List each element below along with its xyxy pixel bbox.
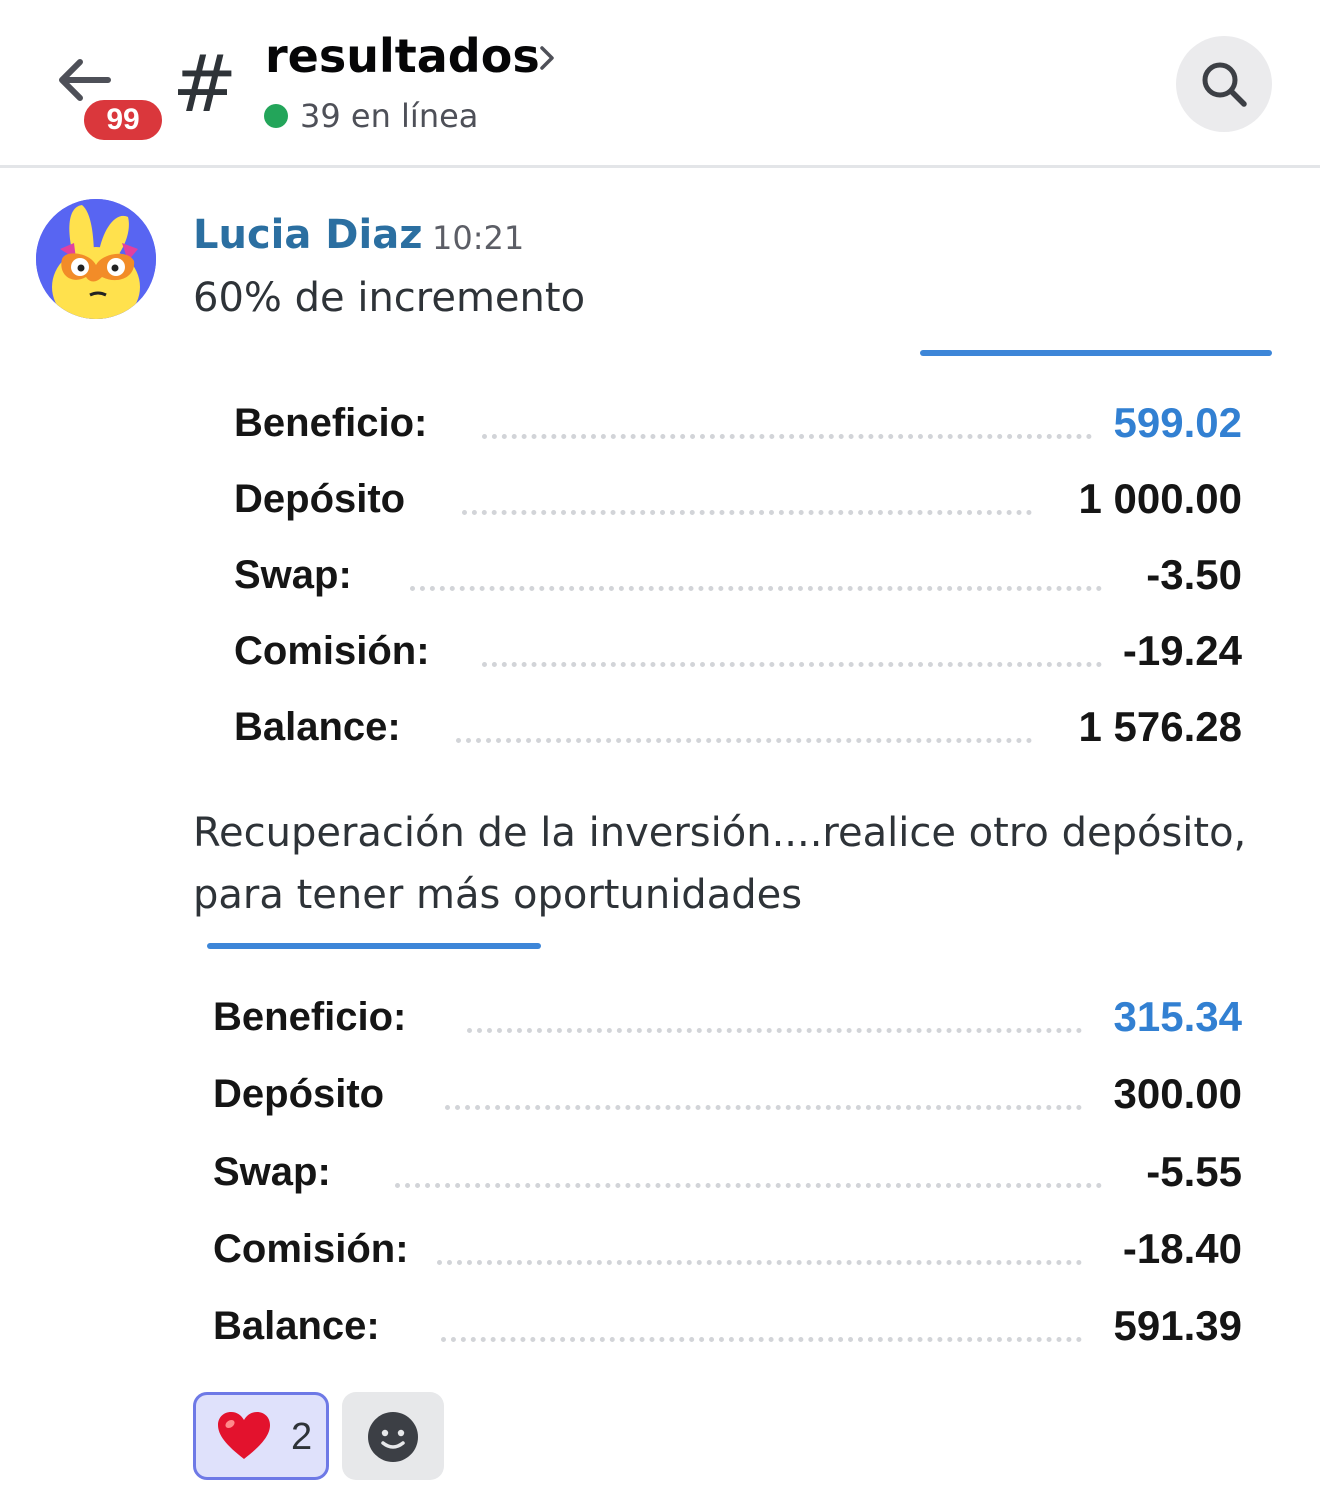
result-value: -19.24 [1122, 627, 1242, 674]
result-row: Beneficio: 599.02 [234, 388, 1242, 458]
dot-leader [410, 586, 1102, 597]
result-value: 1 576.28 [1078, 703, 1243, 750]
result-value: 315.34 [1113, 993, 1242, 1040]
result-row: Depósito 300.00 [213, 1059, 1242, 1129]
result-value: -5.55 [1146, 1148, 1242, 1195]
result-row: Swap: -3.50 [234, 540, 1242, 610]
online-status-dot [264, 104, 288, 128]
message-author[interactable]: Lucia Diaz [193, 210, 423, 260]
online-count: 39 en línea [300, 97, 479, 135]
result-value: -3.50 [1146, 551, 1242, 598]
message-timestamp: 10:21 [432, 219, 525, 257]
dot-leader [456, 738, 1032, 749]
add-reaction-icon [368, 1412, 418, 1462]
result-label: Comisión: [213, 1227, 409, 1271]
channel-hash-icon: # [172, 40, 238, 130]
dot-leader [395, 1183, 1102, 1194]
result-row: Swap: -5.55 [213, 1137, 1242, 1207]
result-label: Balance: [213, 1304, 380, 1348]
result-label: Beneficio: [213, 995, 407, 1039]
channel-header: 99 # resultados 39 en línea [0, 0, 1320, 168]
unread-badge: 99 [80, 96, 166, 144]
channel-title[interactable]: resultados [265, 28, 540, 84]
dot-leader [462, 510, 1032, 521]
dot-leader [482, 434, 1092, 445]
result-row: Depósito 1 000.00 [234, 464, 1242, 534]
card-accent-rule [207, 943, 541, 949]
avatar[interactable] [36, 199, 156, 319]
message-text: 60% de incremento [193, 275, 586, 321]
result-value: 599.02 [1113, 399, 1242, 446]
result-label: Depósito [234, 477, 406, 521]
dot-leader [467, 1028, 1082, 1039]
dot-leader [482, 662, 1102, 673]
result-row: Beneficio: 315.34 [213, 982, 1242, 1052]
chevron-right-icon[interactable] [536, 42, 560, 74]
add-reaction-button[interactable] [342, 1392, 444, 1480]
card-accent-rule [920, 350, 1272, 356]
result-value: -18.40 [1122, 1225, 1242, 1272]
reaction-count: 2 [291, 1416, 313, 1458]
result-row: Comisión: -19.24 [234, 616, 1242, 686]
result-label: Depósito [213, 1072, 385, 1116]
result-label: Balance: [234, 705, 401, 749]
search-icon [1202, 62, 1247, 107]
result-value: 1 000.00 [1078, 475, 1243, 522]
result-row: Balance: 1 576.28 [234, 692, 1242, 762]
result-label: Swap: [213, 1150, 331, 1194]
result-label: Beneficio: [234, 401, 428, 445]
bunny-avatar-icon [36, 199, 156, 319]
search-button[interactable] [1176, 36, 1272, 132]
result-row: Balance: 591.39 [213, 1291, 1242, 1361]
heart-emoji-icon [218, 1412, 270, 1459]
dot-leader [437, 1260, 1082, 1271]
heart-reaction[interactable]: 2 [193, 1392, 329, 1480]
result-label: Comisión: [234, 629, 430, 673]
dot-leader [445, 1105, 1082, 1116]
results-card-1[interactable]: Beneficio: 599.02 Depósito 1 000.00 Swap… [234, 350, 1274, 790]
results-card-2[interactable]: Beneficio: 315.34 Depósito 300.00 Swap: … [207, 943, 1274, 1373]
result-value: 300.00 [1113, 1070, 1242, 1117]
dot-leader [441, 1337, 1082, 1348]
result-label: Swap: [234, 553, 352, 597]
result-value: 591.39 [1113, 1302, 1242, 1349]
message-text: Recuperación de la inversión....realice … [193, 810, 1247, 918]
result-row: Comisión: -18.40 [213, 1214, 1242, 1284]
